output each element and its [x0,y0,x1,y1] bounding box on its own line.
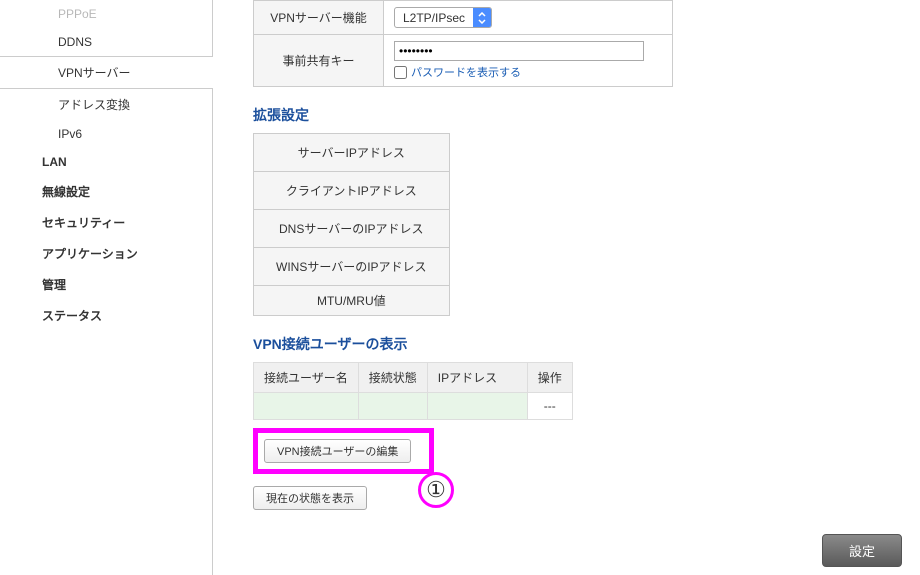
ext-settings-title: 拡張設定 [253,105,920,125]
sidebar-item-admin[interactable]: 管理 [0,269,212,300]
sidebar-item-address-trans[interactable]: アドレス変換 [0,89,212,120]
col-action: 操作 [527,363,572,393]
table-header-row: 接続ユーザー名 接続状態 IPアドレス 操作 [254,363,573,393]
sidebar-item-wireless[interactable]: 無線設定 [0,176,212,207]
sidebar-item-vpn-server[interactable]: VPNサーバー [0,56,212,89]
psk-label: 事前共有キー [254,35,384,87]
col-username: 接続ユーザー名 [254,363,359,393]
ext-row-mtu: MTU/MRU値 [254,286,450,316]
vpn-basic-table: VPNサーバー機能 L2TP/IPsec 事前共有キー パスワードを表示する [253,0,673,87]
sidebar-item-ipv6[interactable]: IPv6 [0,120,212,148]
vpn-func-value: L2TP/IPsec [395,11,473,25]
show-password-checkbox[interactable] [394,66,407,79]
circle-1-icon: ① [418,472,454,508]
show-current-status-button[interactable]: 現在の状態を表示 [253,486,367,510]
sidebar-item-pppoe[interactable]: PPPoE [0,0,212,28]
vpn-users-table: 接続ユーザー名 接続状態 IPアドレス 操作 --- [253,362,573,420]
submit-button[interactable]: 設定 [822,534,902,567]
ext-row-client-ip: クライアントIPアドレス [254,172,450,210]
chevron-updown-icon [473,8,491,27]
col-conn-state: 接続状態 [358,363,427,393]
col-ip: IPアドレス [427,363,527,393]
ext-row-wins-ip: WINSサーバーのIPアドレス [254,248,450,286]
vpn-func-label: VPNサーバー機能 [254,1,384,35]
vpn-func-select[interactable]: L2TP/IPsec [394,7,492,28]
ext-row-dns-ip: DNSサーバーのIPアドレス [254,210,450,248]
sidebar-item-application[interactable]: アプリケーション [0,238,212,269]
ext-row-server-ip: サーバーIPアドレス [254,134,450,172]
sidebar-item-security[interactable]: セキュリティー [0,207,212,238]
main-content: VPNサーバー機能 L2TP/IPsec 事前共有キー パスワードを表示する [213,0,920,510]
sidebar: PPPoE DDNS VPNサーバー アドレス変換 IPv6 LAN 無線設定 … [0,0,213,575]
annotation-marker: ① [418,472,454,508]
sidebar-item-ddns[interactable]: DDNS [0,28,212,56]
show-password-row: パスワードを表示する [394,64,662,80]
sidebar-item-lan[interactable]: LAN [0,148,212,176]
ext-settings-table: サーバーIPアドレス クライアントIPアドレス DNSサーバーのIPアドレス W… [253,133,450,316]
annotation-highlight: VPN接続ユーザーの編集 [253,428,434,474]
empty-action-cell: --- [527,393,572,420]
edit-vpn-users-button[interactable]: VPN接続ユーザーの編集 [264,439,411,463]
vpn-users-title: VPN接続ユーザーの表示 [253,334,920,354]
table-row: --- [254,393,573,420]
show-password-label: パスワードを表示する [411,64,521,80]
psk-field[interactable] [394,41,644,61]
sidebar-item-status[interactable]: ステータス [0,300,212,331]
